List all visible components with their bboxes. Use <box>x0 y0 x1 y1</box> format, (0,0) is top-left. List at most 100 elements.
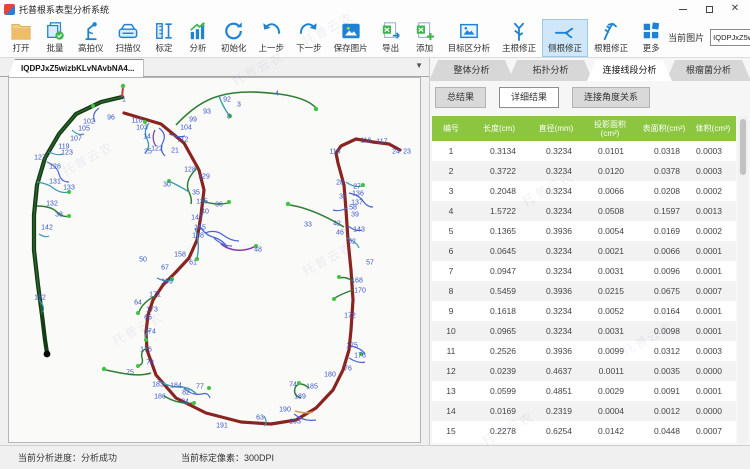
table-scrollbar[interactable] <box>738 116 748 443</box>
table-cell: 0.0003 <box>692 161 734 181</box>
toolbar-open[interactable]: 打开 <box>4 19 38 57</box>
table-cell: 4 <box>432 201 470 221</box>
table-row[interactable]: 80.54590.39360.02150.06750.0007 <box>432 281 736 301</box>
tab-topology-analysis[interactable]: 拓扑分析 <box>508 60 593 81</box>
table-cell: 0.0001 <box>692 261 734 281</box>
angle-relation-button[interactable]: 连接角度关系 <box>572 87 650 108</box>
segment-number-label: 48 <box>254 247 262 254</box>
segment-number-label: 158 <box>174 252 186 259</box>
toolbar-batch[interactable]: 批量 <box>38 19 72 57</box>
segment-number-label: 128 <box>184 167 196 174</box>
toolbar-add[interactable]: 添加 <box>408 19 442 57</box>
root-image-canvas[interactable]: 1961021051071191231271261311331323814215… <box>8 77 421 443</box>
table-cell: 5 <box>432 221 470 241</box>
table-cell: 0.0002 <box>692 181 734 201</box>
table-cell: 0.3134 <box>470 141 528 161</box>
table-cell: 0.0208 <box>636 181 692 201</box>
toolbar-redo[interactable]: 下一步 <box>290 19 328 57</box>
toolbar-target-area[interactable]: 目标区分析 <box>442 19 497 57</box>
table-row[interactable]: 60.06450.32340.00210.00660.0001 <box>432 241 736 261</box>
close-button[interactable]: ✕ <box>722 0 748 18</box>
col-header-length[interactable]: 长度(cm) <box>470 116 528 141</box>
col-header-volume[interactable]: 体积(cm³) <box>692 116 734 141</box>
table-cell: 0.0007 <box>692 281 734 301</box>
title-bar: 托普根系表型分析系统 ✕ <box>0 0 750 18</box>
segment-number-label: 36 <box>215 202 223 209</box>
segment-number-label: 58 <box>349 205 357 212</box>
table-cell: 0.1365 <box>470 221 528 241</box>
tab-overall-analysis[interactable]: 整体分析 <box>429 60 514 81</box>
toolbar-root-thickness-fix[interactable]: 根粗修正 <box>588 19 634 57</box>
detailed-result-button[interactable]: 详细结果 <box>499 87 559 108</box>
segment-number-label: 21 <box>171 148 179 155</box>
toolbar-undo[interactable]: 上一步 <box>253 19 291 57</box>
segment-number-label: 126 <box>49 164 61 171</box>
table-scrollbar-thumb[interactable] <box>740 119 746 175</box>
table-cell: 0.0318 <box>636 141 692 161</box>
segment-number-label: 103 <box>136 125 148 132</box>
toolbar-reset[interactable]: 初始化 <box>215 19 253 57</box>
toolbar-more[interactable]: 更多 <box>634 19 668 57</box>
undo-icon <box>260 21 282 41</box>
segment-number-label: 193 <box>289 419 301 426</box>
table-cell: 0.0004 <box>584 401 636 421</box>
toolbar-export[interactable]: 导出 <box>374 19 408 57</box>
current-image-dropdown[interactable]: IQDPJxZ5wizbK ▼ <box>710 29 750 46</box>
image-tab-bar: IQDPJxZ5wizbKLvNAvbNA4... ▼ <box>0 58 429 77</box>
table-row[interactable]: 140.01690.23190.00040.00120.0000 <box>432 401 736 421</box>
toolbar-analyze[interactable]: 分析 <box>181 19 215 57</box>
toolbar-scanner[interactable]: 扫描仪 <box>110 19 148 57</box>
table-row[interactable]: 100.09650.32340.00310.00980.0001 <box>432 321 736 341</box>
table-row[interactable]: 41.57220.32340.05080.15970.0013 <box>432 201 736 221</box>
minimize-button[interactable] <box>670 0 696 18</box>
col-header-id[interactable]: 编号 <box>432 116 470 141</box>
toolbar-doc-camera[interactable]: 高拍仪 <box>72 19 110 57</box>
col-header-surface-area[interactable]: 表面积(cm²) <box>636 116 692 141</box>
table-cell: 0.0101 <box>584 141 636 161</box>
tab-segment-analysis[interactable]: 连接线段分析 <box>587 60 672 81</box>
table-cell: 0.0169 <box>636 221 692 241</box>
toolbar-calibrate[interactable]: 标定 <box>147 19 181 57</box>
image-tab[interactable]: IQDPJxZ5wizbKLvNAvbNA4... <box>8 59 144 77</box>
table-cell: 0.0031 <box>584 321 636 341</box>
image-viewer-panel: IQDPJxZ5wizbKLvNAvbNA4... ▼ <box>0 58 430 445</box>
toolbar-lateral-root-fix[interactable]: 侧根修正 <box>542 19 588 57</box>
table-cell: 0.0142 <box>584 421 636 441</box>
table-row[interactable]: 150.22780.62540.01420.04480.0007 <box>432 421 736 441</box>
segment-number-label: 23 <box>403 149 411 156</box>
table-cell: 0.0035 <box>636 361 692 381</box>
segment-number-label: 104 <box>180 125 192 132</box>
table-cell: 8 <box>432 281 470 301</box>
table-cell: 2 <box>432 161 470 181</box>
app-window: 托普根系表型分析系统 ✕ 打开 批量 高拍仪 <box>0 0 750 469</box>
table-row[interactable]: 90.16180.32340.00520.01640.0001 <box>432 301 736 321</box>
result-button-row: 总结果 详细结果 连接角度关系 <box>430 81 750 114</box>
batch-icon <box>44 21 66 41</box>
table-row[interactable]: 50.13650.39360.00540.01690.0002 <box>432 221 736 241</box>
table-cell: 0.0012 <box>636 401 692 421</box>
table-cell: 0.0965 <box>470 321 528 341</box>
table-cell: 0.3234 <box>528 161 584 181</box>
maximize-button[interactable] <box>696 0 722 18</box>
segment-number-label: 169 <box>161 279 173 286</box>
toolbar-main-root-fix[interactable]: 主根修正 <box>496 19 542 57</box>
segment-number-label: 61 <box>189 260 197 267</box>
tab-list-dropdown-icon[interactable]: ▼ <box>415 61 423 70</box>
table-row[interactable]: 110.25260.39360.00990.03120.0003 <box>432 341 736 361</box>
toolbar-save-image[interactable]: 保存图片 <box>328 19 374 57</box>
table-row[interactable]: 30.20480.32340.00660.02080.0002 <box>432 181 736 201</box>
table-cell: 0.0011 <box>584 361 636 381</box>
tab-rhizobium-analysis[interactable]: 根瘤菌分析 <box>666 60 750 81</box>
total-result-button[interactable]: 总结果 <box>435 87 486 108</box>
table-cell: 0.3722 <box>470 161 528 181</box>
table-row[interactable]: 20.37220.32340.01200.03780.0003 <box>432 161 736 181</box>
col-header-proj-area[interactable]: 投影面积(cm²) <box>584 116 636 141</box>
table-cell: 0.0052 <box>584 301 636 321</box>
segment-number-label: 3 <box>237 102 241 109</box>
table-row[interactable]: 130.05990.48510.00290.00910.0001 <box>432 381 736 401</box>
col-header-diameter[interactable]: 直径(mm) <box>528 116 584 141</box>
table-row[interactable]: 70.09470.32340.00310.00960.0001 <box>432 261 736 281</box>
segment-number-label: 173 <box>146 307 158 314</box>
table-row[interactable]: 10.31340.32340.01010.03180.0003 <box>432 141 736 161</box>
table-row[interactable]: 120.02390.46370.00110.00350.0000 <box>432 361 736 381</box>
